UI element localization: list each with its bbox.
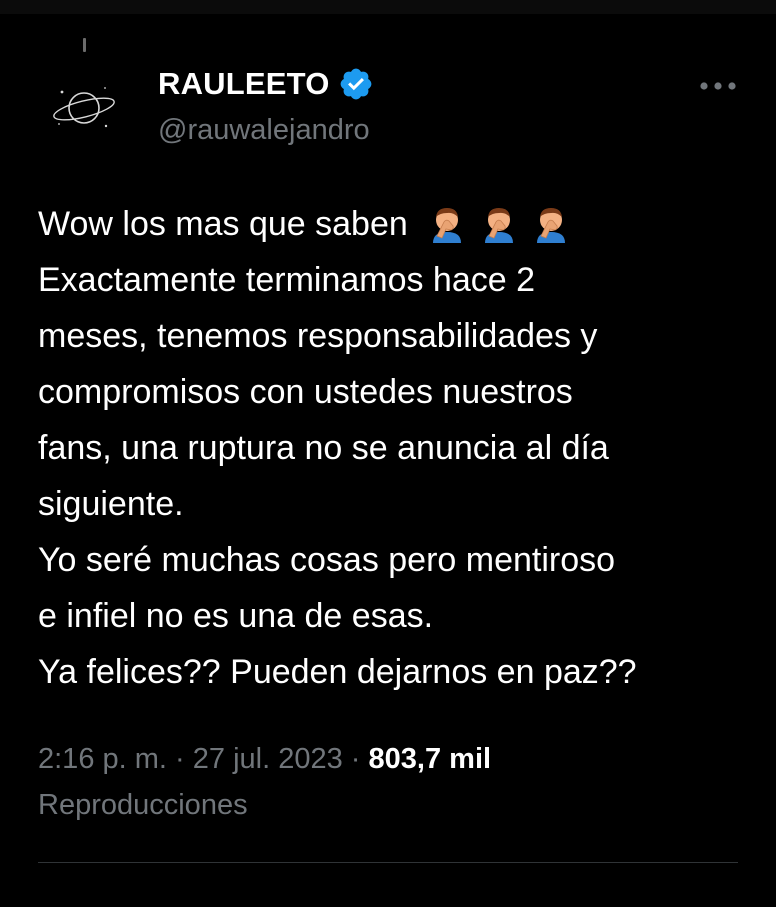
meta-line-1: 2:16 p. m. · 27 jul. 2023 · 803,7 mil bbox=[38, 736, 743, 782]
divider bbox=[38, 862, 738, 863]
verified-badge-icon bbox=[340, 68, 371, 100]
tweet-line-1: Wow los mas que saben bbox=[38, 196, 743, 252]
tweet-text-line: e infiel no es una de esas. bbox=[38, 597, 434, 635]
tweet-text-line: compromisos con ustedes nuestros bbox=[38, 373, 573, 411]
thread-line bbox=[83, 38, 86, 52]
tweet-text-line: Exactamente terminamos hace 2 bbox=[38, 261, 536, 299]
tweet-text-line: Wow los mas que saben bbox=[38, 205, 408, 243]
planet-doodle-icon bbox=[53, 87, 115, 128]
top-edge-band bbox=[0, 0, 776, 14]
more-options-button[interactable] bbox=[694, 70, 742, 102]
avatar[interactable] bbox=[50, 74, 118, 142]
author-name-row[interactable]: RAULEETO bbox=[158, 64, 374, 104]
tweet-text: Wow los mas que saben Exactamente termin… bbox=[38, 196, 743, 700]
tweet-text-line: Ya felices?? Pueden dejarnos en paz?? bbox=[38, 653, 637, 691]
emoji-group bbox=[427, 203, 571, 244]
tweet-metadata: 2:16 p. m. · 27 jul. 2023 · 803,7 mil Re… bbox=[38, 736, 743, 828]
tweet-time[interactable]: 2:16 p. m. bbox=[38, 743, 167, 775]
display-name[interactable]: RAULEETO bbox=[158, 66, 330, 102]
tweet-text-line: Yo seré muchas cosas pero mentiroso bbox=[38, 541, 616, 579]
facepalm-emoji-icon bbox=[433, 208, 462, 244]
facepalm-emoji-icon bbox=[537, 208, 566, 244]
tweet-text-line: fans, una ruptura no se anuncia al día bbox=[38, 429, 609, 467]
views-count: 803,7 mil bbox=[368, 743, 492, 775]
user-handle[interactable]: @rauwalejandro bbox=[158, 114, 370, 147]
more-options-icon bbox=[700, 82, 736, 90]
tweet-text-line: siguiente. bbox=[38, 485, 184, 523]
tweet-text-line: meses, tenemos responsabilidades y bbox=[38, 317, 598, 355]
views-label: Reproducciones bbox=[38, 789, 248, 821]
facepalm-emoji-icon bbox=[485, 208, 514, 244]
meta-separator: · bbox=[350, 743, 361, 775]
tweet-date[interactable]: 27 jul. 2023 bbox=[193, 743, 343, 775]
meta-separator: · bbox=[175, 743, 185, 775]
